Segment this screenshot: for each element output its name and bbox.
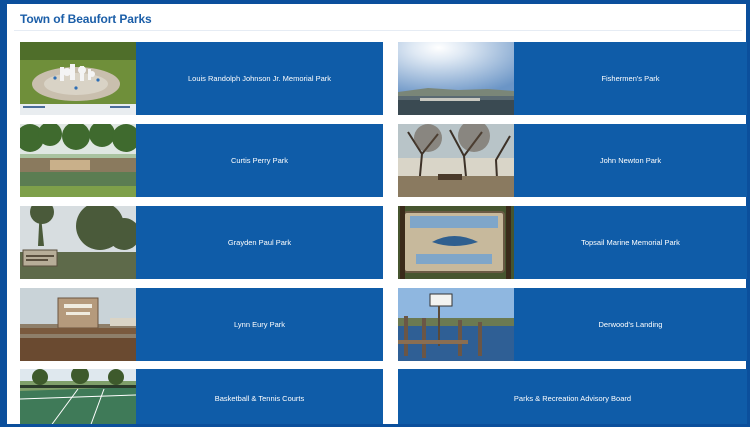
park-card-john-newton[interactable]: John Newton Park: [398, 124, 747, 197]
park-card-label: Grayden Paul Park: [227, 238, 292, 247]
park-sign-photo: [20, 206, 136, 279]
park-card-label: John Newton Park: [599, 156, 662, 165]
park-card-louis-randolph-johnson[interactable]: Louis Randolph Johnson Jr. Memorial Park: [20, 42, 383, 115]
shaded-park-photo: [398, 124, 514, 197]
title-divider: [14, 30, 742, 31]
park-card-label: Louis Randolph Johnson Jr. Memorial Park: [188, 74, 331, 83]
park-card-label: Parks & Recreation Advisory Board: [513, 393, 632, 403]
park-card-label: Basketball & Tennis Courts: [214, 393, 305, 403]
park-card-grayden-paul[interactable]: Grayden Paul Park: [20, 206, 383, 279]
page-title: Town of Beaufort Parks: [20, 12, 152, 26]
brick-sign-photo: [20, 288, 136, 361]
park-card-basketball-tennis[interactable]: Basketball & Tennis Courts: [20, 369, 383, 427]
waterfront-sun-photo: [398, 42, 514, 115]
marine-sign-photo: [398, 206, 514, 279]
park-card-fishermens[interactable]: Fishermen's Park: [398, 42, 747, 115]
park-card-curtis-perry[interactable]: Curtis Perry Park: [20, 124, 383, 197]
park-card-derwoods-landing[interactable]: Derwood's Landing: [398, 288, 747, 361]
park-card-label: Curtis Perry Park: [230, 156, 289, 165]
tennis-court-photo: [20, 369, 136, 427]
park-card-advisory-board[interactable]: Parks & Recreation Advisory Board: [398, 369, 747, 427]
park-card-label: Fishermen's Park: [601, 74, 660, 83]
waterfront-trees-photo: [20, 124, 136, 197]
park-card-label: Lynn Eury Park: [234, 320, 285, 329]
park-card-label: Derwood's Landing: [598, 320, 663, 329]
splash-pad-photo: [20, 42, 136, 115]
park-card-label: Topsail Marine Memorial Park: [581, 238, 680, 247]
dock-photo: [398, 288, 514, 361]
park-card-topsail-marine[interactable]: Topsail Marine Memorial Park: [398, 206, 747, 279]
park-card-lynn-eury[interactable]: Lynn Eury Park: [20, 288, 383, 361]
